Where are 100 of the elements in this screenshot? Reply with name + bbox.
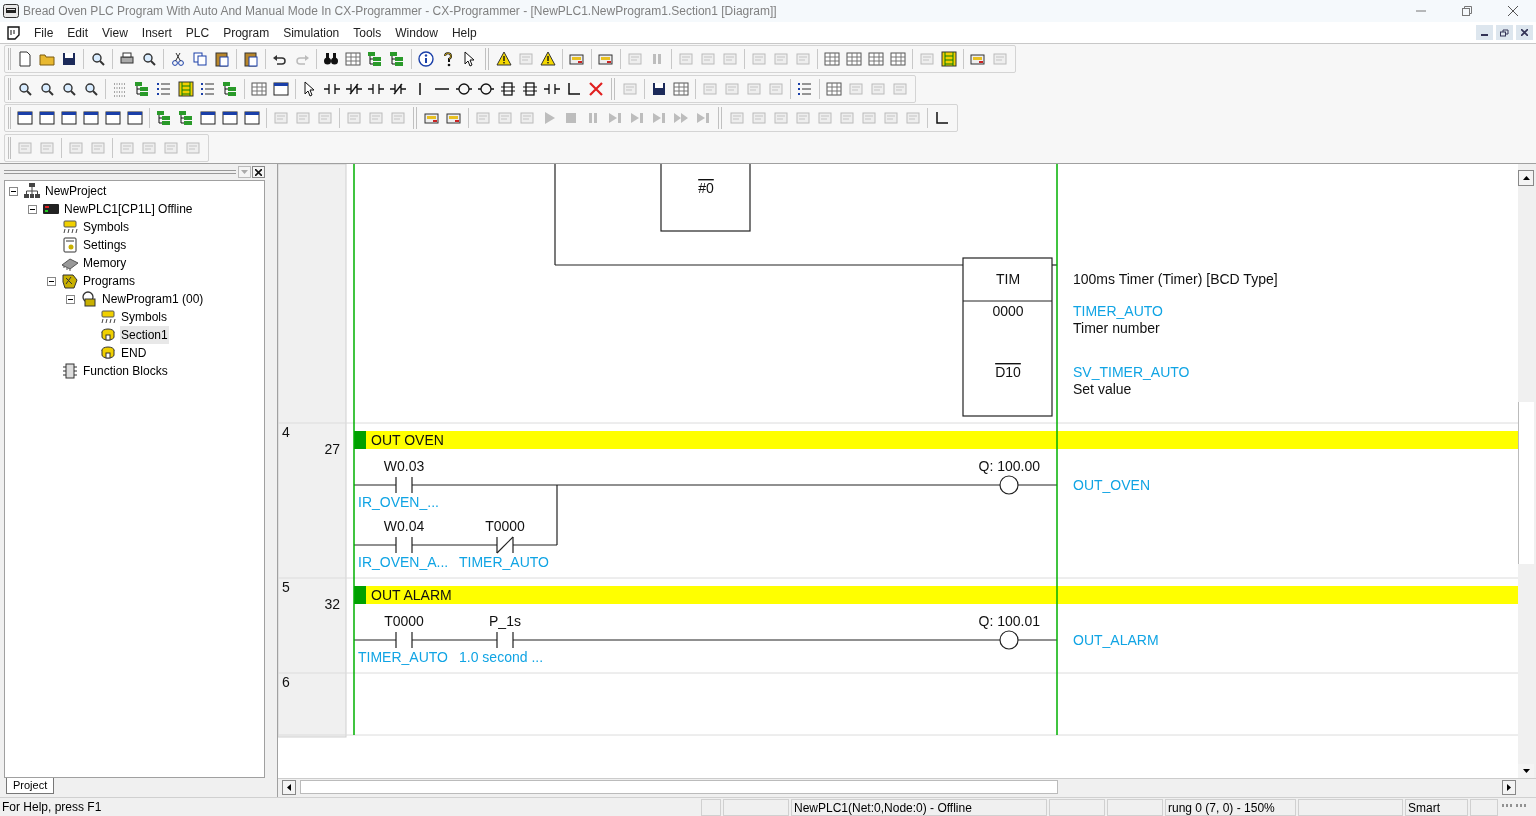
list-icon[interactable] [797,80,813,97]
ladder-icon[interactable] [941,50,957,67]
panel-tab[interactable]: Project [6,778,55,794]
function-block-icon[interactable] [500,80,516,97]
scroll-up-button[interactable] [1518,170,1534,186]
tree-icon[interactable] [222,80,238,97]
child-restore-button[interactable] [1496,25,1513,40]
tree-item[interactable]: Memory [82,254,128,272]
magnifier-icon[interactable] [39,80,55,97]
scroll-left-button[interactable] [282,779,296,795]
scroll-down-button[interactable] [1518,764,1534,778]
corner-line-icon[interactable] [566,80,582,97]
document-icon[interactable] [7,25,21,40]
symbols-icon [100,309,116,325]
close-panel-button[interactable] [252,166,265,178]
clipboard-icon[interactable] [214,50,230,67]
menu-item[interactable]: Window [388,23,445,42]
menu-item[interactable]: Help [444,23,484,42]
symbol-name: IR_OVEN_A... [358,554,449,570]
table-icon[interactable] [345,50,361,67]
tree-item[interactable]: Section1 [120,326,169,344]
delete-icon[interactable] [588,80,604,97]
menu-item[interactable]: Simulation [276,23,347,42]
copy-icon[interactable] [192,50,208,67]
tree-item[interactable]: END [120,344,148,362]
tree-icon[interactable] [389,50,405,67]
warning-icon[interactable] [496,50,512,67]
binoculars-icon[interactable] [323,50,339,67]
magnifier-icon[interactable] [17,80,33,97]
function-block-icon[interactable] [522,80,538,97]
corner-line-icon[interactable] [934,110,950,127]
tree-item[interactable]: Programs [82,272,136,290]
tree-item[interactable]: Symbols [82,218,130,236]
tree-icon[interactable] [367,50,383,67]
window-icon[interactable] [127,110,143,127]
tree-item[interactable]: NewPLC1[CP1L] Offline [63,200,194,218]
list-icon[interactable] [200,80,216,97]
scroll-right-button[interactable] [1502,779,1516,795]
info-icon[interactable] [418,50,434,67]
table-icon[interactable] [251,80,267,97]
warning-icon[interactable] [540,50,556,67]
magnifier-icon[interactable] [141,50,157,67]
new-page-icon[interactable] [17,50,33,67]
magnifier-icon[interactable] [90,50,106,67]
table-icon[interactable] [673,80,689,97]
table-icon[interactable] [890,50,906,67]
plc-icon[interactable] [446,110,462,127]
tree-item[interactable]: Settings [82,236,128,254]
collapse-toggle[interactable] [9,186,18,196]
window-icon[interactable] [244,110,260,127]
tree-item[interactable]: NewProgram1 (00) [101,290,205,308]
menu-item[interactable]: PLC [178,23,217,42]
coil-icon[interactable] [478,80,494,97]
tree-icon[interactable] [156,110,172,127]
plc-icon[interactable] [424,110,440,127]
list-icon[interactable] [156,80,172,97]
tree-icon[interactable] [178,110,194,127]
window-icon[interactable] [17,110,33,127]
dot-grid-icon[interactable] [112,80,128,97]
scrollbar-thumb[interactable] [300,780,1058,794]
menu-item[interactable]: Program [216,23,277,42]
child-minimize-button[interactable] [1476,25,1493,40]
window-icon[interactable] [83,110,99,127]
table-icon[interactable] [846,50,862,67]
app-icon [3,4,19,18]
table-icon[interactable] [826,80,842,97]
magnifier-icon[interactable] [83,80,99,97]
symbol-name: OUT_ALARM [1073,632,1159,648]
table-icon[interactable] [868,50,884,67]
menu-item[interactable]: Edit [60,23,96,42]
restore-icon [1500,28,1509,37]
scissors-icon[interactable] [170,50,186,67]
window-icon[interactable] [61,110,77,127]
printer-icon[interactable] [119,50,135,67]
magnifier-icon[interactable] [61,80,77,97]
window-icon[interactable] [273,80,289,97]
table-icon[interactable] [824,50,840,67]
coil-icon[interactable] [456,80,472,97]
collapse-toggle[interactable] [66,294,75,304]
tree-item[interactable]: NewProject [44,182,108,200]
ladder-icon[interactable] [178,80,194,97]
collapse-toggle[interactable] [28,204,37,214]
tree-item[interactable]: Symbols [120,308,168,326]
menu-item[interactable]: Tools [346,23,389,42]
window-icon[interactable] [39,110,55,127]
collapse-toggle[interactable] [47,276,56,286]
menu-item[interactable]: View [95,23,135,42]
window-icon[interactable] [200,110,216,127]
menu-item[interactable]: File [27,23,61,42]
clipboard-icon[interactable] [243,50,259,67]
menu-item[interactable]: Insert [134,23,179,42]
tree-item[interactable]: Function Blocks [82,362,169,380]
instruction-description: 100ms Timer (Timer) [BCD Type] [1073,271,1278,287]
help-text: For Help, press F1 [1,799,103,816]
tree-icon[interactable] [134,80,150,97]
symbol-name: 1.0 second ... [459,649,544,665]
window-icon[interactable] [105,110,121,127]
scrollbar-thumb[interactable] [1518,402,1534,564]
child-close-button[interactable] [1516,25,1533,40]
window-icon[interactable] [222,110,238,127]
